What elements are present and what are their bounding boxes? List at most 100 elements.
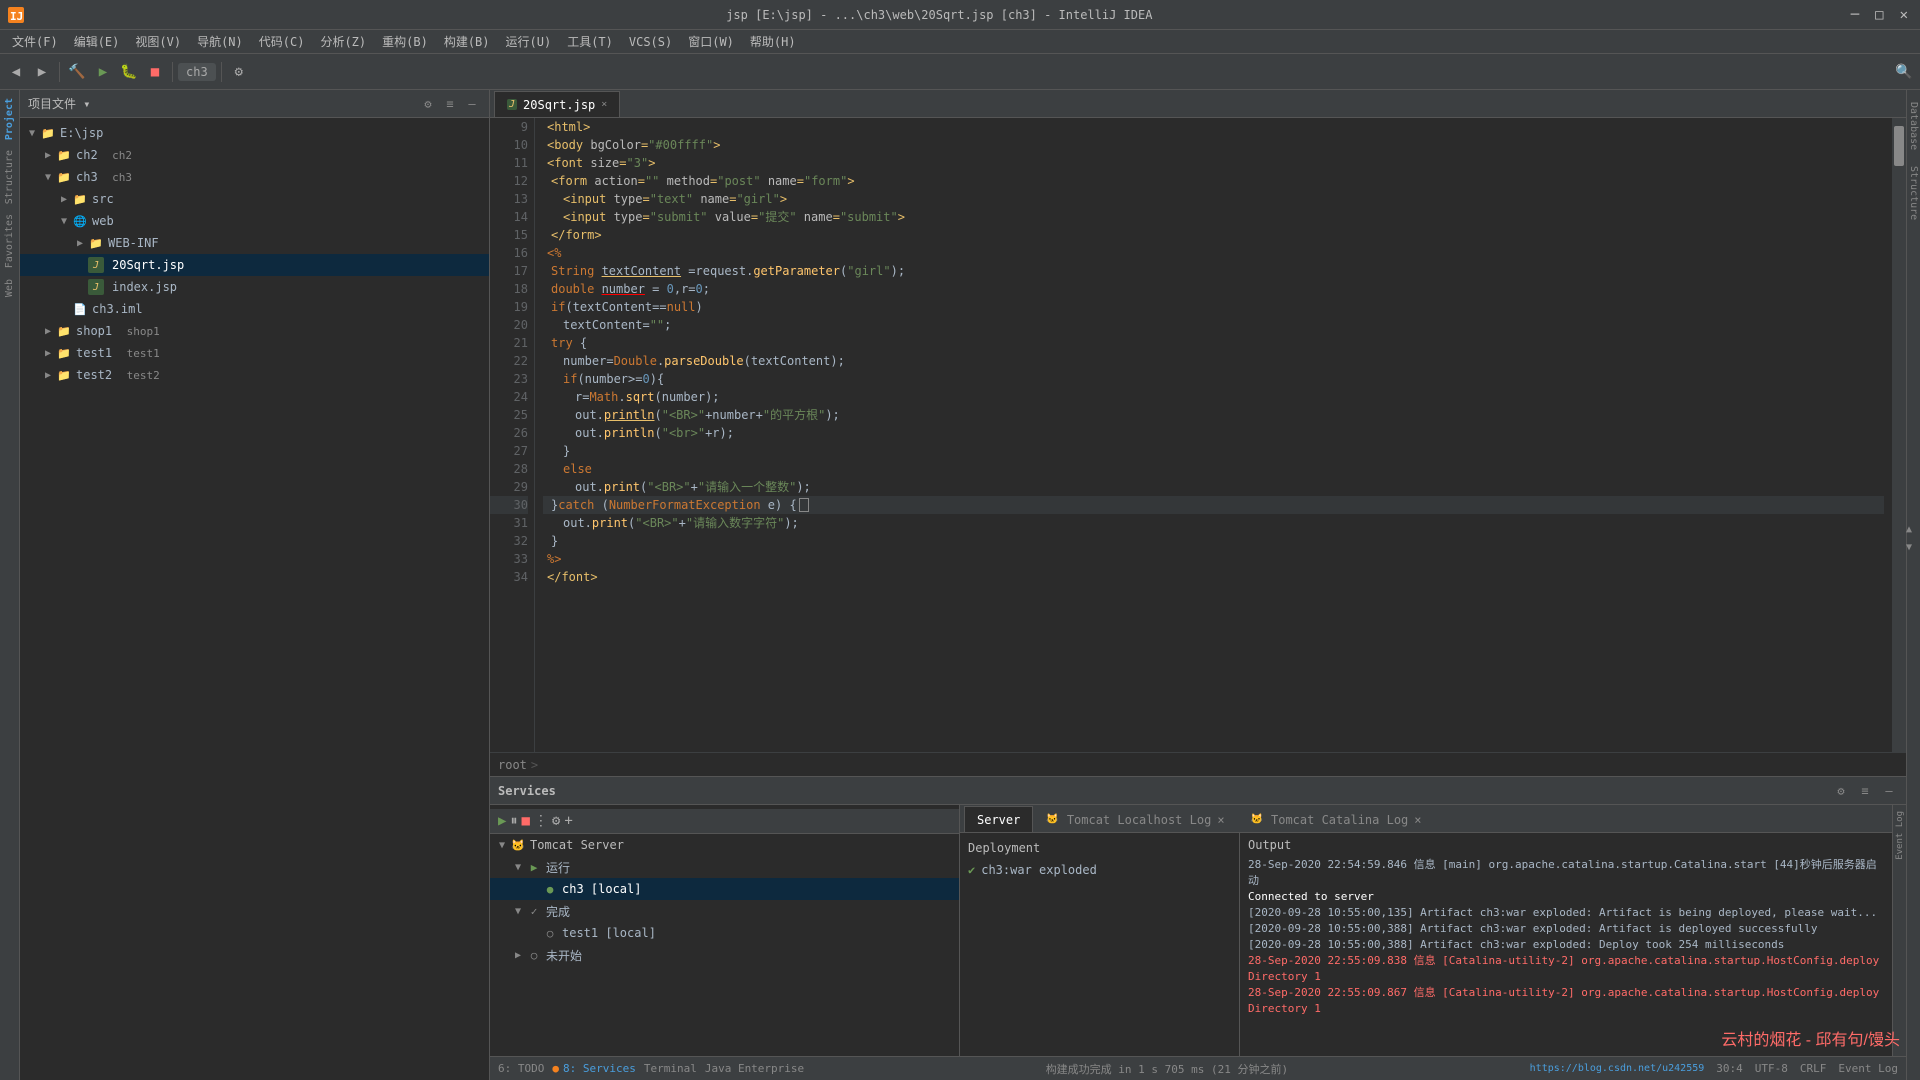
- tab-catalina-close[interactable]: ×: [1414, 813, 1421, 827]
- editor-tabs: J 20Sqrt.jsp ×: [490, 90, 1906, 118]
- project-gear-btn[interactable]: ≡: [441, 95, 459, 113]
- breadcrumb-root[interactable]: root: [498, 758, 527, 772]
- menu-item-f[interactable]: 文件(F): [4, 31, 66, 52]
- tab-20sqrt[interactable]: J 20Sqrt.jsp ×: [494, 91, 620, 117]
- status-encoding[interactable]: UTF-8: [1755, 1062, 1788, 1075]
- status-java-enterprise[interactable]: Java Enterprise: [705, 1062, 804, 1075]
- tree-notstarted[interactable]: ▶ ○ 未开始: [490, 944, 959, 966]
- forward-btn[interactable]: ▶: [30, 60, 54, 84]
- services-more-btn[interactable]: ⋮: [534, 813, 548, 829]
- tab-server[interactable]: Server: [964, 806, 1033, 832]
- tree-ejsp[interactable]: ▼ 📁 E:\jsp: [20, 122, 489, 144]
- bottom-gear-btn[interactable]: ≡: [1856, 782, 1874, 800]
- menu-item-z[interactable]: 分析(Z): [312, 31, 374, 52]
- run-btn[interactable]: ▶: [91, 60, 115, 84]
- toolbar-sep-2: [172, 62, 173, 82]
- output-line-3: [2020-09-28 10:55:00,388] Artifact ch3:w…: [1248, 921, 1884, 937]
- services-add-btn[interactable]: +: [564, 813, 572, 829]
- menu-item-u[interactable]: 运行(U): [498, 31, 560, 52]
- menu-item-t[interactable]: 工具(T): [559, 31, 621, 52]
- tree-complete[interactable]: ▼ ✓ 完成: [490, 900, 959, 922]
- breadcrumb-sep: >: [531, 758, 538, 772]
- bottom-close-btn[interactable]: —: [1880, 782, 1898, 800]
- code-content[interactable]: <html> <body bgColor="#00ffff"> <font si…: [535, 118, 1892, 752]
- server-area: Server 🐱 Tomcat Localhost Log × 🐱 Tomcat…: [960, 805, 1892, 1056]
- deployment-panel: Deployment ✔ ch3:war exploded ▲ ▼: [960, 833, 1240, 1056]
- menu-item-v[interactable]: 视图(V): [127, 31, 189, 52]
- web-icon[interactable]: Web: [4, 275, 15, 301]
- menu-item-n[interactable]: 导航(N): [189, 31, 251, 52]
- project-icon[interactable]: Project: [4, 94, 15, 144]
- tree-test1[interactable]: ▶ 📁 test1 test1: [20, 342, 489, 364]
- window-controls[interactable]: ─ □ ✕: [1847, 7, 1912, 23]
- editor-scrollbar[interactable]: [1892, 118, 1906, 752]
- output-line-2: [2020-09-28 10:55:00,135] Artifact ch3:w…: [1248, 905, 1884, 921]
- breadcrumb: root >: [490, 752, 1906, 776]
- title-text: jsp [E:\jsp] - ...\ch3\web\20Sqrt.jsp [c…: [32, 8, 1847, 22]
- tree-ch3iml[interactable]: ▶ 📄 ch3.iml: [20, 298, 489, 320]
- menu-item-b[interactable]: 重构(B): [374, 31, 436, 52]
- tab-localhost-close[interactable]: ×: [1217, 813, 1224, 827]
- back-btn[interactable]: ◀: [4, 60, 28, 84]
- maximize-btn[interactable]: □: [1871, 7, 1887, 23]
- menu-item-w[interactable]: 窗口(W): [680, 31, 742, 52]
- tree-index[interactable]: ▶ J index.jsp: [20, 276, 489, 298]
- status-linesep[interactable]: CRLF: [1800, 1062, 1827, 1075]
- event-log-btn[interactable]: Event Log: [1895, 807, 1905, 864]
- menu-item-h[interactable]: 帮助(H): [742, 31, 804, 52]
- tab-close[interactable]: ×: [601, 99, 607, 110]
- title-bar: IJ jsp [E:\jsp] - ...\ch3\web\20Sqrt.jsp…: [0, 0, 1920, 30]
- project-panel: 项目文件 ▾ ⚙ ≡ — ▼ 📁 E:\jsp ▶ 📁 ch2 ch2 ▼ 📁: [20, 90, 490, 1080]
- bottom-content: ▶ ⏸ ■ ⋮ ⚙ + ▼ 🐱 Tomcat Server: [490, 805, 1906, 1056]
- main-layout: Project Structure Favorites Web 项目文件 ▾ ⚙…: [0, 90, 1920, 1080]
- status-url[interactable]: https://blog.csdn.net/u242559: [1530, 1063, 1705, 1074]
- tree-webinf[interactable]: ▶ 📁 WEB-INF: [20, 232, 489, 254]
- search-everywhere-btn[interactable]: 🔍: [1892, 60, 1916, 84]
- output-title: Output: [1248, 837, 1884, 853]
- status-event-log[interactable]: Event Log: [1838, 1062, 1898, 1075]
- status-services[interactable]: ● 8: Services: [552, 1062, 635, 1075]
- bottom-settings-btn[interactable]: ⚙: [1832, 782, 1850, 800]
- structure-tab[interactable]: Structure: [1908, 158, 1919, 228]
- minimize-btn[interactable]: ─: [1847, 7, 1863, 23]
- status-terminal[interactable]: Terminal: [644, 1062, 697, 1075]
- tab-tomcat-catalina[interactable]: 🐱 Tomcat Catalina Log ×: [1238, 806, 1435, 832]
- tree-test2[interactable]: ▶ 📁 test2 test2: [20, 364, 489, 386]
- tab-tomcat-localhost[interactable]: 🐱 Tomcat Localhost Log ×: [1033, 806, 1237, 832]
- project-settings-btn[interactable]: ⚙: [419, 95, 437, 113]
- database-tab[interactable]: Database: [1908, 94, 1919, 158]
- project-close-btn[interactable]: —: [463, 95, 481, 113]
- tree-shop1[interactable]: ▶ 📁 shop1 shop1: [20, 320, 489, 342]
- project-header: 项目文件 ▾ ⚙ ≡ —: [20, 90, 489, 118]
- tree-tomcat[interactable]: ▼ 🐱 Tomcat Server: [490, 834, 959, 856]
- menu-item-e[interactable]: 编辑(E): [66, 31, 128, 52]
- structure-icon[interactable]: Structure: [4, 146, 15, 208]
- editor-content[interactable]: 9 10 11 12 13 14 15 16 17 18 19 20 21 22…: [490, 118, 1906, 752]
- services-pause-btn[interactable]: ⏸: [510, 813, 517, 829]
- tree-ch2[interactable]: ▶ 📁 ch2 ch2: [20, 144, 489, 166]
- menu-item-b[interactable]: 构建(B): [436, 31, 498, 52]
- close-btn[interactable]: ✕: [1896, 7, 1912, 23]
- build-btn[interactable]: 🔨: [65, 60, 89, 84]
- services-stop-btn[interactable]: ■: [521, 813, 529, 829]
- favorites-icon[interactable]: Favorites: [4, 210, 15, 272]
- tree-ch3[interactable]: ▼ 📁 ch3 ch3: [20, 166, 489, 188]
- menu-item-c[interactable]: 代码(C): [251, 31, 313, 52]
- stop-btn[interactable]: ■: [143, 60, 167, 84]
- tree-src[interactable]: ▶ 📁 src: [20, 188, 489, 210]
- tree-test1-local[interactable]: ▶ ○ test1 [local]: [490, 922, 959, 944]
- settings-btn[interactable]: ⚙: [227, 60, 251, 84]
- tree-20sqrt[interactable]: ▶ J 20Sqrt.jsp: [20, 254, 489, 276]
- menu-item-vcss[interactable]: VCS(S): [621, 33, 680, 51]
- tree-web[interactable]: ▼ 🌐 web: [20, 210, 489, 232]
- bottom-toolbar: Services ⚙ ≡ —: [490, 777, 1906, 805]
- branch-selector[interactable]: ch3: [178, 63, 216, 81]
- tree-ch3-local[interactable]: ▶ ● ch3 [local]: [490, 878, 959, 900]
- toolbar: ◀ ▶ 🔨 ▶ 🐛 ■ ch3 ⚙ 🔍: [0, 54, 1920, 90]
- services-run-btn[interactable]: ▶: [498, 813, 506, 829]
- status-todo[interactable]: 6: TODO: [498, 1062, 544, 1075]
- tree-running[interactable]: ▼ ▶ 运行: [490, 856, 959, 878]
- services-filter-btn[interactable]: ⚙: [552, 813, 560, 829]
- debug-btn[interactable]: 🐛: [117, 60, 141, 84]
- toolbar-sep-1: [59, 62, 60, 82]
